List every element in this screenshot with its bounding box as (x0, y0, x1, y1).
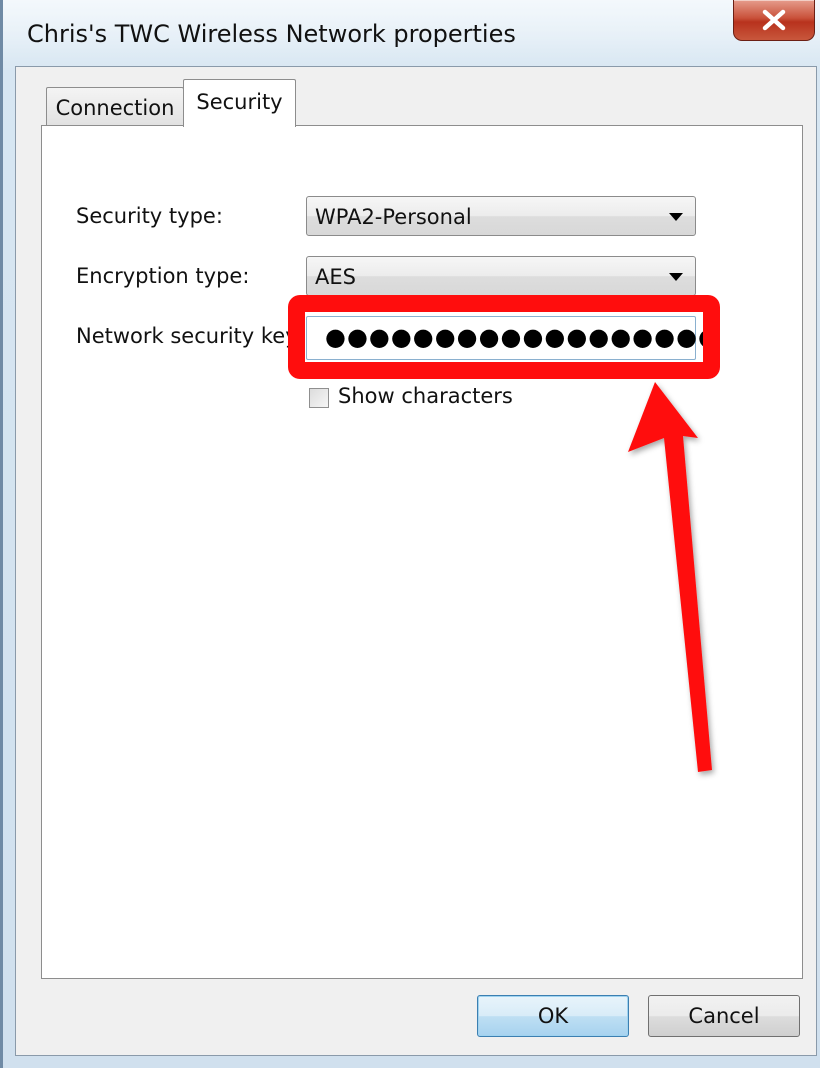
encryption-type-label: Encryption type: (76, 264, 250, 288)
show-characters-label[interactable]: Show characters (338, 384, 513, 408)
show-characters-checkbox[interactable] (309, 388, 329, 408)
security-type-select[interactable]: WPA2-Personal (306, 196, 696, 236)
close-icon (762, 9, 786, 31)
chevron-down-icon (669, 273, 683, 281)
annotation-highlight-box (288, 295, 720, 379)
tab-connection[interactable]: Connection (46, 87, 184, 127)
tab-security[interactable]: Security (183, 79, 296, 127)
annotation-arrow-icon (628, 382, 712, 772)
cancel-button[interactable]: Cancel (648, 995, 800, 1037)
network-security-key-label: Network security key (76, 324, 298, 348)
close-button[interactable] (733, 0, 815, 41)
encryption-type-value: AES (315, 265, 356, 289)
ok-button[interactable]: OK (477, 995, 629, 1037)
window-title: Chris's TWC Wireless Network properties (27, 20, 516, 48)
tab-security-label: Security (196, 90, 283, 114)
security-type-value: WPA2-Personal (315, 205, 472, 229)
encryption-type-select[interactable]: AES (306, 256, 696, 296)
chevron-down-icon (669, 213, 683, 221)
security-type-label: Security type: (76, 204, 223, 228)
tab-connection-label: Connection (55, 96, 175, 120)
